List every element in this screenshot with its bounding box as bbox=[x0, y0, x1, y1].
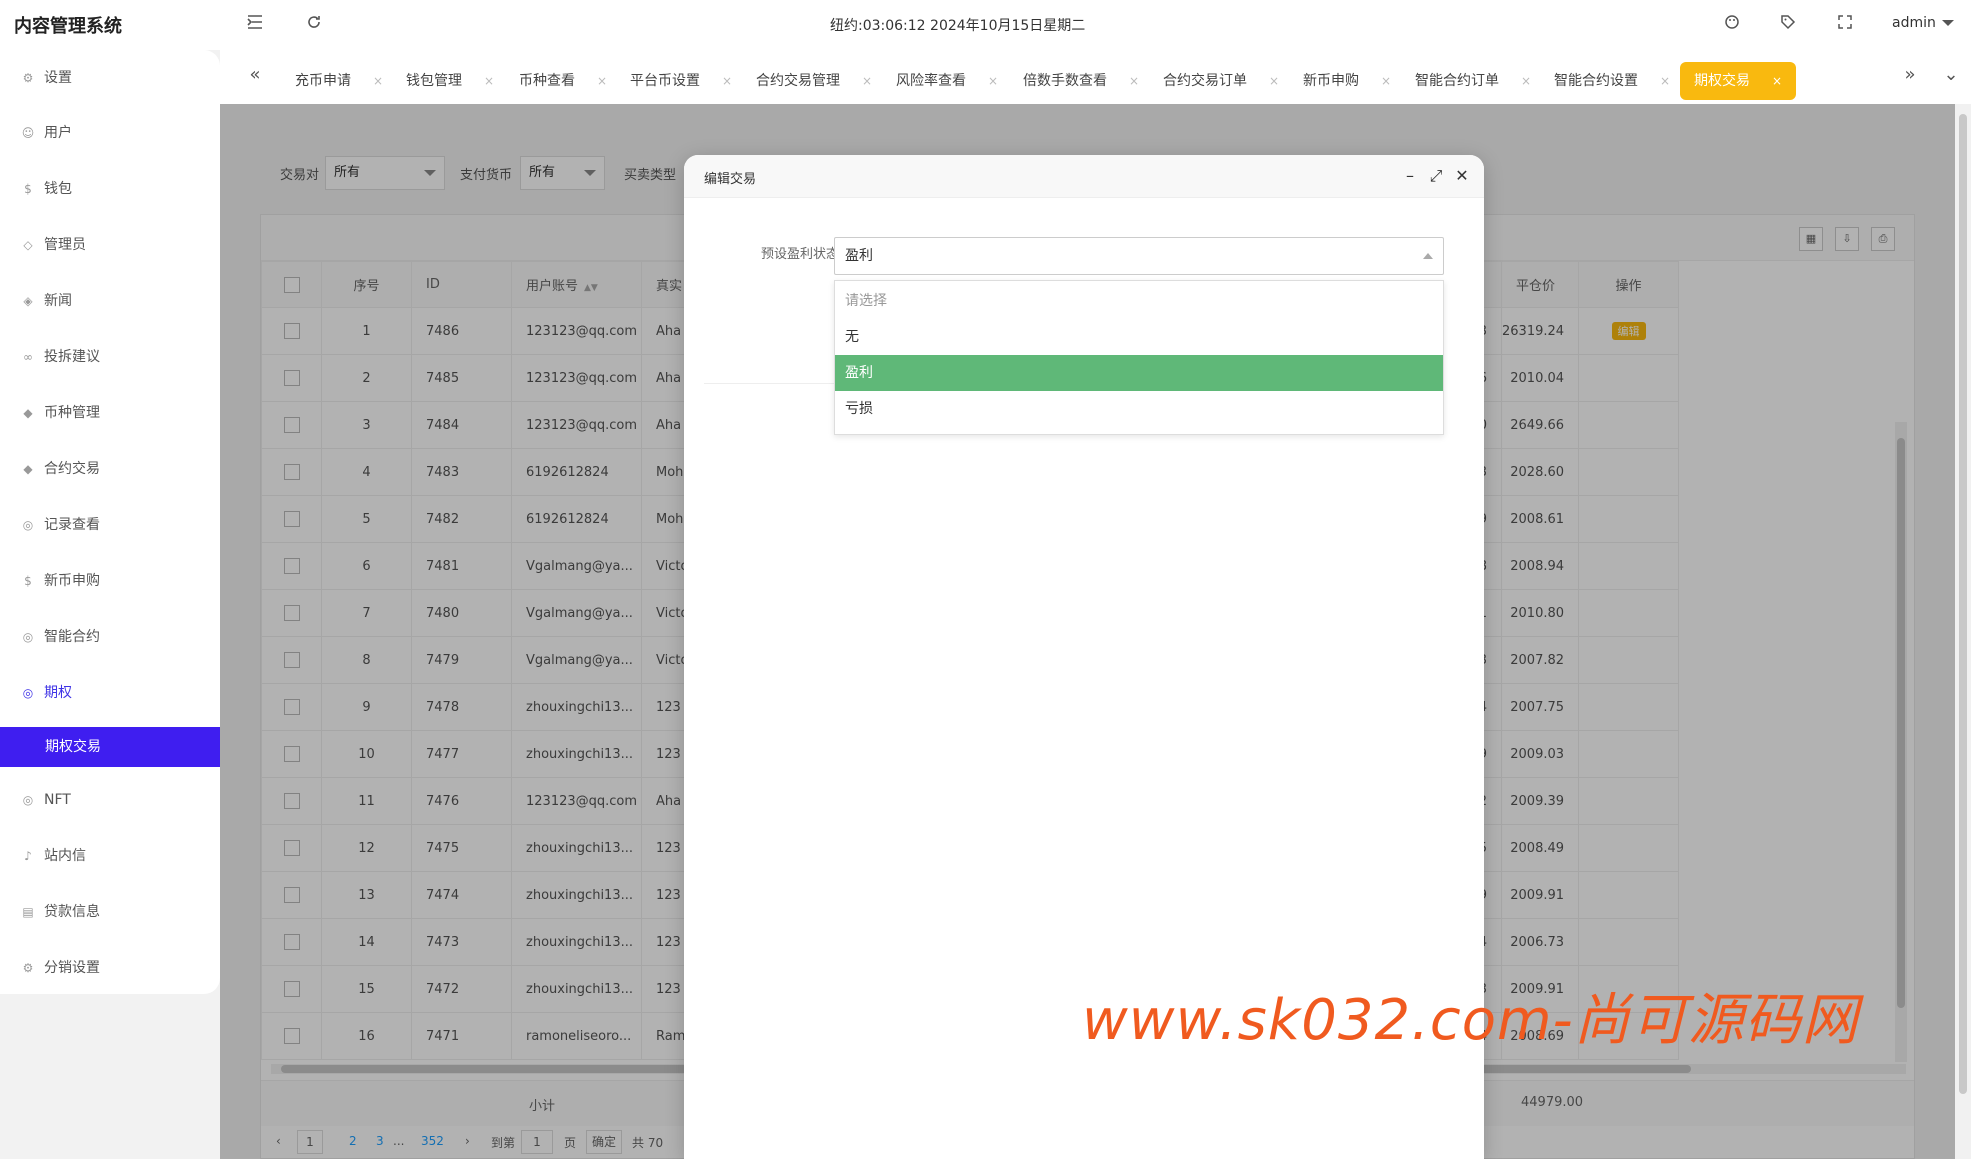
menu-fold-icon[interactable] bbox=[243, 13, 267, 37]
bell-icon: ♪ bbox=[24, 849, 32, 863]
gear-icon: ⚙ bbox=[22, 961, 34, 975]
tab-recharge[interactable]: 充币申请 × bbox=[295, 62, 383, 100]
clock-display: 纽约:03:06:12 2024年10月15日星期二 bbox=[830, 18, 1086, 34]
close-icon[interactable]: × bbox=[373, 74, 383, 88]
tabs-scroll-left-icon[interactable]: « bbox=[242, 64, 268, 85]
close-icon[interactable]: × bbox=[1660, 74, 1670, 88]
option-none[interactable]: 无 bbox=[835, 319, 1443, 355]
diamond-icon: ◆ bbox=[23, 406, 33, 420]
gear-icon: ⚙ bbox=[22, 71, 34, 85]
profit-status-select[interactable]: 盈利 bbox=[834, 237, 1444, 275]
tab-smart-orders[interactable]: 智能合约订单 × bbox=[1415, 62, 1531, 100]
sidebar-item-loans[interactable]: ▤ 贷款信息 bbox=[0, 892, 220, 932]
tab-bar: « 充币申请 × 钱包管理 × 币种查看 × 平台币设置 × 合约交易管理 × 风险率查看… bbox=[220, 50, 1971, 104]
tabs-scroll-right-icon[interactable]: » bbox=[1897, 64, 1923, 85]
tabs-menu-chevron-icon[interactable]: ⌄ bbox=[1938, 64, 1964, 85]
minimize-icon[interactable]: – bbox=[1399, 165, 1421, 187]
user-menu[interactable]: admin bbox=[1892, 15, 1954, 31]
theme-icon[interactable] bbox=[1720, 13, 1744, 37]
chevron-down-icon bbox=[1941, 20, 1954, 26]
profit-status-dropdown: 请选择 无 盈利 亏损 bbox=[834, 280, 1444, 435]
close-icon[interactable]: × bbox=[597, 74, 607, 88]
sidebar-item-news[interactable]: ◈ 新闻 bbox=[0, 281, 220, 321]
page-scrollbar[interactable] bbox=[1955, 104, 1971, 1159]
doc-icon: ▤ bbox=[22, 905, 34, 919]
option-profit[interactable]: 盈利 bbox=[835, 355, 1443, 391]
wallet-icon: $ bbox=[24, 182, 32, 196]
profit-status-label: 预设盈利状态 bbox=[760, 247, 839, 262]
chevron-up-icon bbox=[1423, 253, 1433, 259]
close-icon[interactable]: × bbox=[1521, 74, 1531, 88]
form-divider bbox=[704, 383, 834, 384]
close-icon[interactable]: × bbox=[988, 74, 998, 88]
tab-contract-orders[interactable]: 合约交易订单 × bbox=[1163, 62, 1279, 100]
circle-icon: ◎ bbox=[22, 518, 34, 532]
tab-wallet[interactable]: 钱包管理 × bbox=[406, 62, 494, 100]
close-icon[interactable]: × bbox=[1381, 74, 1391, 88]
maximize-icon[interactable]: ⤢ bbox=[1425, 165, 1447, 187]
sidebar-item-options[interactable]: ◎ 期权 bbox=[0, 673, 220, 713]
sidebar-item-nft[interactable]: ◎ NFT bbox=[0, 780, 220, 820]
top-bar: 内容管理系统 纽约:03:06:12 2024年10月15日星期二 admin bbox=[0, 0, 1971, 50]
close-icon[interactable]: × bbox=[722, 74, 732, 88]
circle-icon: ◎ bbox=[22, 630, 34, 644]
sidebar-item-newcoin[interactable]: $ 新币申购 bbox=[0, 561, 220, 601]
sidebar-item-currency[interactable]: ◆ 币种管理 bbox=[0, 393, 220, 433]
app-title: 内容管理系统 bbox=[14, 16, 122, 37]
tab-smart-settings[interactable]: 智能合约设置 × bbox=[1554, 62, 1670, 100]
sidebar-item-contract[interactable]: ◆ 合约交易 bbox=[0, 449, 220, 489]
tab-multiplier[interactable]: 倍数手数查看 × bbox=[1023, 62, 1139, 100]
sidebar-item-settings[interactable]: ⚙ 设置 bbox=[0, 58, 220, 98]
circle-icon: ◎ bbox=[22, 686, 34, 700]
user-icon: ☺ bbox=[21, 126, 35, 140]
close-icon[interactable]: ✕ bbox=[1451, 165, 1473, 187]
close-icon[interactable]: × bbox=[1772, 74, 1782, 88]
fullscreen-icon[interactable] bbox=[1833, 13, 1857, 37]
shield-icon: ◇ bbox=[23, 238, 33, 252]
modal-title: 编辑交易 bbox=[704, 172, 757, 187]
close-icon[interactable]: × bbox=[1269, 74, 1279, 88]
sidebar-item-wallet[interactable]: $ 钱包 bbox=[0, 169, 220, 209]
close-icon[interactable]: × bbox=[862, 74, 872, 88]
sidebar-item-complaints[interactable]: ∞ 投拆建议 bbox=[0, 337, 220, 377]
option-loss[interactable]: 亏损 bbox=[835, 391, 1443, 427]
tab-options-trade[interactable]: 期权交易 × bbox=[1680, 62, 1797, 100]
sidebar-item-distribution[interactable]: ⚙ 分销设置 bbox=[0, 948, 220, 988]
circle-icon: ◎ bbox=[22, 793, 34, 807]
watermark-text: www.sk032.com-尚可源码网 bbox=[1082, 988, 1859, 1053]
tab-newcoin[interactable]: 新币申购 × bbox=[1303, 62, 1391, 100]
tab-platform-coin[interactable]: 平台币设置 × bbox=[630, 62, 732, 100]
diamond-icon: ◆ bbox=[23, 462, 33, 476]
close-icon[interactable]: × bbox=[1129, 74, 1139, 88]
coin-icon: $ bbox=[24, 574, 32, 588]
sidebar-item-smart-contract[interactable]: ◎ 智能合约 bbox=[0, 617, 220, 657]
tag-icon: ◈ bbox=[23, 294, 33, 308]
sidebar-item-records[interactable]: ◎ 记录查看 bbox=[0, 505, 220, 545]
tag-icon[interactable] bbox=[1776, 13, 1800, 37]
user-name: admin bbox=[1892, 15, 1936, 31]
sidebar: ⚙ 设置 ☺ 用户 $ 钱包 ◇ 管理员 ◈ 新闻 ∞ 投拆建议 ◆ 币种管理 ◆ 合约交易 ◎… bbox=[0, 50, 220, 994]
refresh-icon[interactable] bbox=[302, 13, 326, 37]
tab-contract-manage[interactable]: 合约交易管理 × bbox=[756, 62, 872, 100]
sidebar-item-messages[interactable]: ♪ 站内信 bbox=[0, 836, 220, 876]
tab-currency-view[interactable]: 币种查看 × bbox=[519, 62, 607, 100]
sidebar-item-admins[interactable]: ◇ 管理员 bbox=[0, 225, 220, 265]
sidebar-subitem-options-trade[interactable]: 期权交易 bbox=[0, 727, 220, 767]
close-icon[interactable]: × bbox=[484, 74, 494, 88]
modal-header: 编辑交易 – ⤢ ✕ bbox=[684, 155, 1484, 198]
link-icon: ∞ bbox=[23, 350, 33, 364]
option-placeholder[interactable]: 请选择 bbox=[835, 283, 1443, 319]
sidebar-item-users[interactable]: ☺ 用户 bbox=[0, 113, 220, 153]
tab-risk-rate[interactable]: 风险率查看 × bbox=[896, 62, 998, 100]
